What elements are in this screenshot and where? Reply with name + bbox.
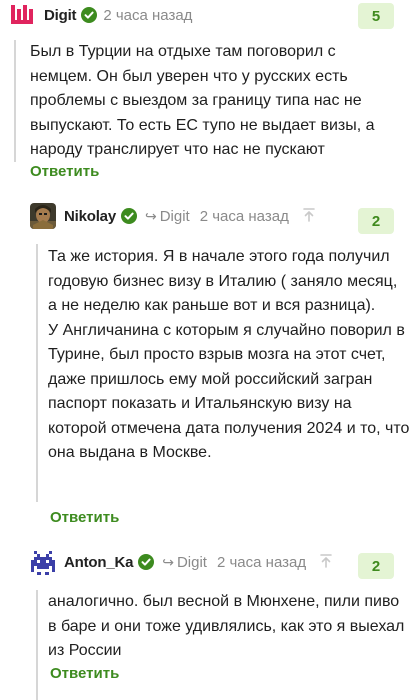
arrow-up-icon[interactable] [303, 207, 315, 225]
timestamp[interactable]: 2 часа назад [200, 208, 289, 225]
verified-check-icon [81, 7, 98, 23]
username[interactable]: Digit [44, 7, 77, 24]
thread-line [36, 590, 38, 700]
comment-header: Nikolay ↪ Digit 2 часа назад [30, 202, 315, 230]
reply-to-username: Digit [159, 207, 190, 225]
timestamp[interactable]: 2 часа назад [103, 7, 192, 24]
rating-badge[interactable]: 5 [358, 3, 394, 29]
reply-arrow-icon: ↪ [144, 207, 157, 224]
reply-button[interactable]: Ответить [30, 163, 99, 180]
reply-to-link[interactable]: ↪ Digit [162, 554, 207, 571]
rating-badge[interactable]: 2 [358, 553, 394, 579]
verified-check-icon [120, 208, 137, 224]
avatar-nikolay[interactable] [30, 203, 56, 229]
username[interactable]: Nikolay [64, 208, 116, 225]
reply-button[interactable]: Ответить [50, 509, 119, 526]
comment-text: аналогично. был весной в Мюнхене, пили п… [48, 593, 405, 659]
reply-to-link[interactable]: ↪ Digit [145, 208, 190, 225]
arrow-up-icon[interactable] [320, 553, 332, 571]
comment-header: Digit 2 часа назад [10, 1, 192, 29]
thread-line [36, 244, 38, 502]
avatar-anton-ka[interactable] [30, 549, 56, 575]
reply-to-username: Digit [176, 553, 207, 571]
rating-badge[interactable]: 2 [358, 208, 394, 234]
avatar-digit[interactable] [10, 2, 36, 28]
thread-line [14, 40, 16, 162]
reply-arrow-icon: ↪ [162, 553, 174, 570]
comment-text: Та же история. Я в начале этого года пол… [48, 248, 410, 461]
username[interactable]: Anton_Ka [64, 554, 133, 571]
comment-text: Был в Турции на отдыхе там поговорил с н… [30, 43, 375, 158]
verified-check-icon [138, 554, 155, 570]
reply-button[interactable]: Ответить [50, 665, 119, 682]
comment-header: Anton_Ka ↪ Digit 2 часа назад [30, 548, 332, 576]
timestamp[interactable]: 2 часа назад [217, 554, 306, 571]
